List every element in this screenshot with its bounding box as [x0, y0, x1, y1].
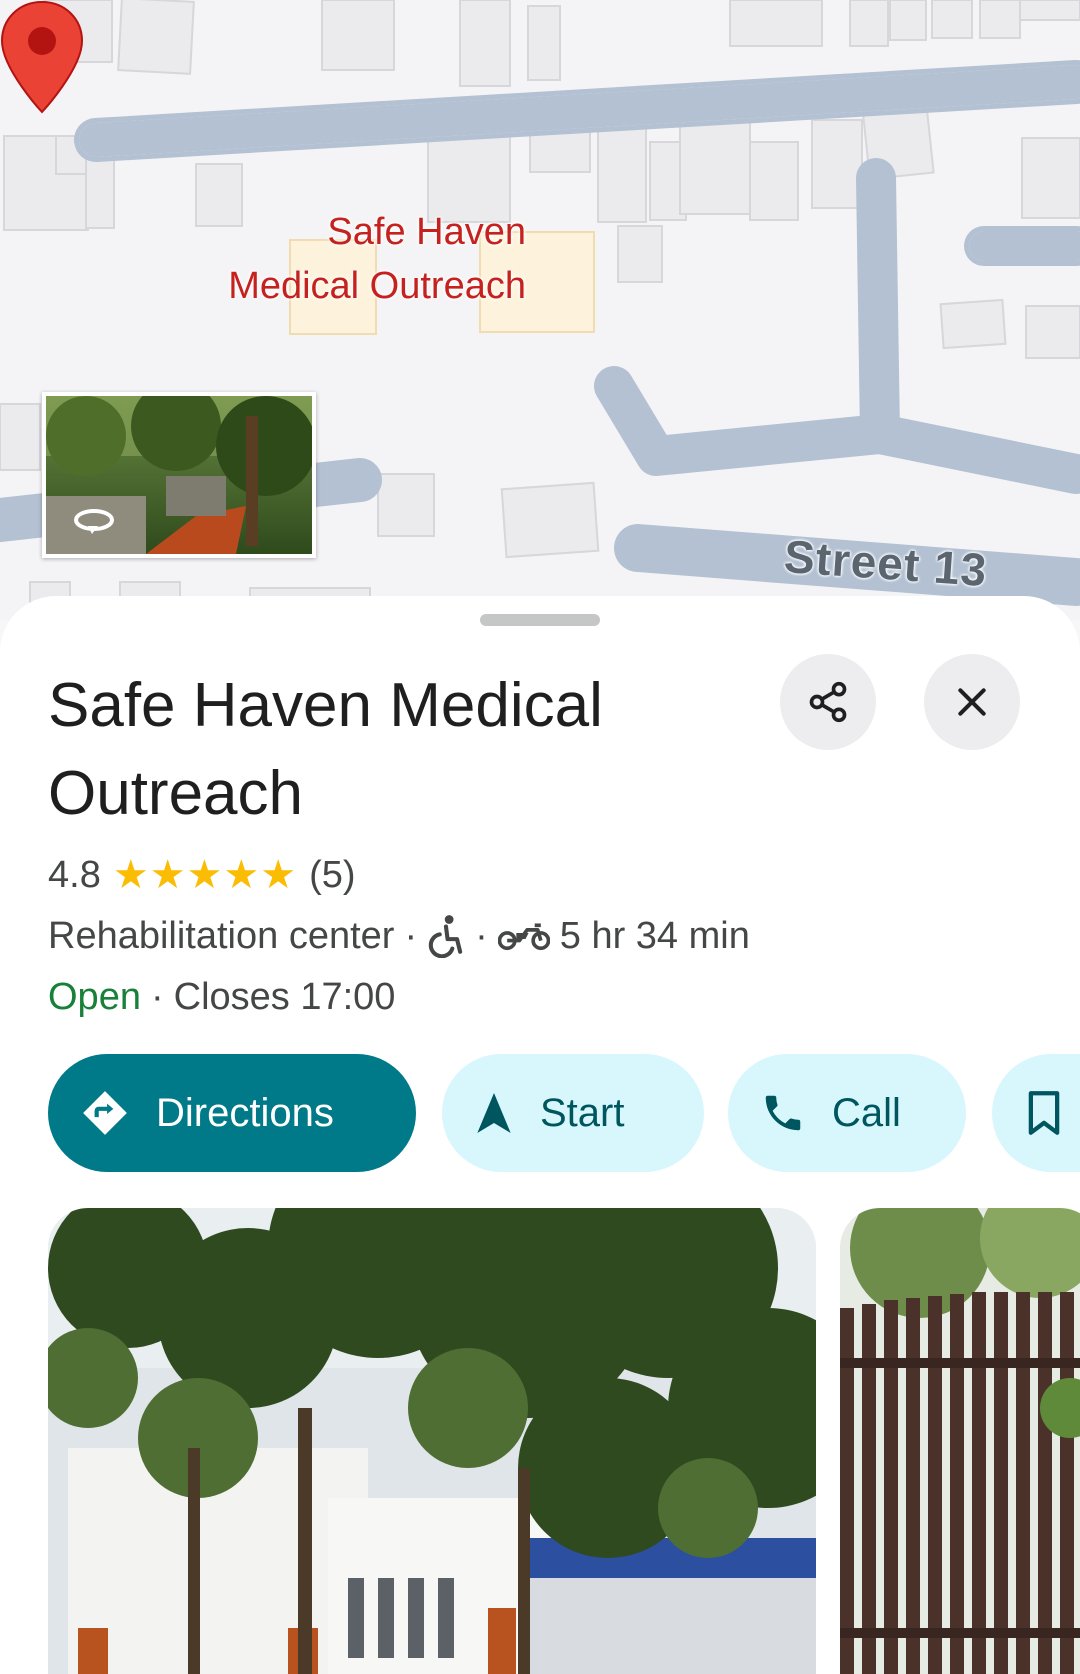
- open-status: Open: [48, 976, 141, 1018]
- review-count: (5): [309, 853, 356, 896]
- start-label: Start: [540, 1090, 625, 1135]
- navigation-arrow-icon: [477, 1093, 511, 1133]
- street-view-thumbnail[interactable]: [42, 392, 316, 558]
- place-photo-secondary[interactable]: [840, 1208, 1080, 1674]
- separator: ·: [150, 976, 164, 1018]
- share-icon: [809, 681, 847, 723]
- rating-row[interactable]: 4.8 ★★★★★ (5): [48, 852, 356, 898]
- rating-value: 4.8: [48, 853, 101, 896]
- pin-label-line2: Medical Outreach: [228, 265, 526, 307]
- close-icon: [958, 688, 986, 716]
- call-button[interactable]: Call: [728, 1054, 966, 1172]
- map-pin-icon[interactable]: [0, 0, 84, 115]
- bookmark-icon: [1028, 1091, 1060, 1135]
- map-pin-label[interactable]: Safe Haven Medical Outreach: [228, 205, 526, 313]
- separator: ·: [404, 914, 418, 957]
- place-title: Safe Haven Medical Outreach: [48, 671, 603, 828]
- rating-stars-icon: ★★★★★: [112, 853, 298, 897]
- phone-icon: [765, 1095, 801, 1131]
- start-button[interactable]: Start: [442, 1054, 704, 1172]
- place-photo-main[interactable]: [48, 1208, 816, 1674]
- directions-label: Directions: [156, 1090, 334, 1135]
- directions-button[interactable]: Directions: [48, 1054, 416, 1172]
- category-label: Rehabilitation center: [48, 914, 395, 957]
- hours-row[interactable]: Open · Closes 17:00: [48, 976, 395, 1019]
- close-button[interactable]: [924, 654, 1020, 750]
- travel-time: 5 hr 34 min: [559, 914, 750, 957]
- directions-icon: [83, 1091, 127, 1135]
- closing-time: Closes 17:00: [173, 976, 396, 1018]
- pin-label-line1: Safe Haven: [327, 211, 526, 253]
- separator: ·: [475, 914, 488, 957]
- wheelchair-accessible-icon[interactable]: [427, 914, 465, 958]
- info-row: Rehabilitation center · · 5 hr 34 min: [48, 914, 750, 958]
- map-view[interactable]: Safe Haven Medical Outreach Street 13: [0, 0, 1080, 620]
- drag-handle[interactable]: [480, 614, 600, 626]
- save-button[interactable]: [992, 1054, 1080, 1172]
- call-label: Call: [832, 1090, 901, 1135]
- place-details-sheet: Safe Haven Medical Outreach 4.8 ★★★★★ (5…: [0, 596, 1080, 1674]
- share-button[interactable]: [780, 654, 876, 750]
- motorbike-icon: [497, 923, 550, 951]
